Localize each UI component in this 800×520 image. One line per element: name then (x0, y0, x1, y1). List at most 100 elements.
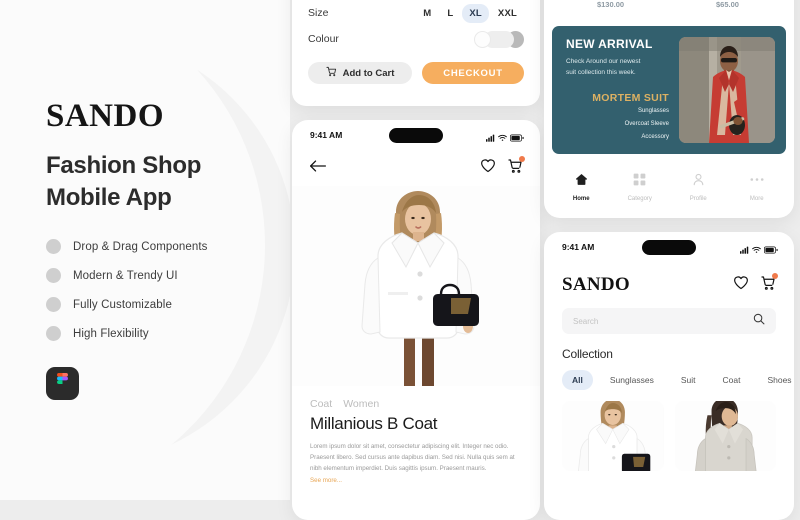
cart-icon[interactable] (760, 272, 778, 296)
headline-line-2: Mobile App (46, 183, 172, 211)
nav-item-category[interactable]: Category (611, 173, 670, 202)
home-logo: SANDO (562, 274, 631, 295)
price-cell: $130.00 (552, 0, 669, 9)
battery-icon (510, 129, 524, 147)
cart-badge-dot (772, 272, 778, 279)
signal-icon (486, 129, 495, 147)
status-time: 9:41 AM (562, 242, 595, 252)
heart-icon[interactable] (480, 158, 496, 178)
feature-label: High Flexibility (73, 327, 149, 340)
feature-label: Drop & Drag Components (73, 240, 208, 253)
status-time: 9:41 AM (310, 130, 343, 140)
ellipsis-icon (749, 173, 765, 191)
product-grid (544, 401, 794, 471)
checkout-button[interactable]: CHECKOUT (422, 62, 524, 84)
colour-swatch-white[interactable] (474, 30, 491, 48)
product-description: Lorem ipsum dolor sit amet, consectetur … (310, 443, 515, 472)
size-chip-xl[interactable]: XL (462, 3, 489, 23)
cart-icon (326, 66, 337, 80)
add-to-cart-button[interactable]: Add to Cart (308, 62, 412, 84)
product-card[interactable] (674, 401, 776, 471)
status-bar: 9:41 AM (544, 232, 794, 262)
promo-panel: SANDO Fashion Shop Mobile App Drop & Dra… (0, 0, 290, 500)
size-chip-xxl[interactable]: XXL (491, 4, 524, 23)
wifi-icon (498, 129, 507, 147)
nav-item-profile[interactable]: Profile (669, 173, 728, 202)
feature-label: Fully Customizable (73, 298, 172, 311)
colour-swatch-group[interactable] (474, 30, 524, 48)
filter-chip-coat[interactable]: Coat (712, 370, 750, 390)
see-more-link[interactable]: See more... (310, 477, 522, 484)
banner-feature-3: Accessory (641, 133, 669, 140)
banner-subtitle-line-1: Check Around our newest (566, 58, 641, 65)
search-icon[interactable] (753, 312, 765, 330)
search-input[interactable]: Search (562, 308, 776, 334)
banner-feature-1: Sunglasses (637, 107, 669, 114)
size-label: Size (308, 7, 329, 19)
banner-product-name: MORTEM SUIT (592, 91, 669, 104)
product-hero-image (292, 186, 540, 386)
nav-label-home: Home (572, 195, 590, 202)
nav-item-home[interactable]: Home (552, 173, 611, 202)
status-icons (486, 129, 524, 147)
wifi-icon (752, 241, 761, 259)
add-to-cart-label: Add to Cart (342, 67, 395, 79)
home-header: SANDO (544, 262, 794, 296)
product-card[interactable] (562, 401, 664, 471)
size-chip-group[interactable]: M L XL XXL (416, 3, 524, 23)
headline-line-1: Fashion Shop (46, 152, 202, 179)
home-icon (575, 173, 588, 191)
list-item: Drop & Drag Components (46, 239, 290, 255)
home-actions (733, 272, 778, 296)
person-icon (692, 173, 705, 191)
product-detail-body: Coat Women Millanious B Coat Lorem ipsum… (292, 386, 540, 484)
size-chip-l[interactable]: L (440, 4, 460, 23)
filter-chip-suit[interactable]: Suit (671, 370, 706, 390)
banner-feature-2: Overcoat Sleeve (624, 120, 669, 127)
product-options-card: Size M L XL XXL Colour Add to Cart CHECK… (292, 0, 540, 106)
nav-label-more: More (749, 195, 764, 202)
dynamic-island (389, 128, 443, 143)
nav-item-more[interactable]: More (728, 173, 787, 202)
banner-subtitle-line-2: suit collection this week. (566, 69, 636, 77)
heart-icon[interactable] (733, 275, 749, 295)
status-icons (740, 241, 778, 259)
product-tag-gender[interactable]: Women (343, 398, 379, 410)
detail-top-bar (292, 150, 540, 186)
filter-chip-sunglasses[interactable]: Sunglasses (600, 370, 664, 390)
list-item: Modern & Trendy UI (46, 268, 290, 284)
brand-wordmark: SANDO (46, 98, 165, 134)
bottom-nav-bar: Home Category Profile More (552, 165, 786, 209)
price-cell: $65.00 (669, 0, 786, 9)
home-screen: 9:41 AM SANDO Search Collection All Sung… (544, 232, 794, 520)
product-tag-category[interactable]: Coat (310, 398, 332, 410)
banner-product-block: MORTEM SUIT Sunglasses Overcoat Sleeve A… (566, 92, 669, 143)
size-chip-m[interactable]: M (416, 4, 438, 23)
product-tags: Coat Women (310, 398, 522, 410)
colour-selector-row: Colour (308, 26, 524, 52)
action-button-row: Add to Cart CHECKOUT (308, 62, 524, 84)
cart-icon[interactable] (507, 155, 525, 179)
banner-heading: NEW ARRIVAL Check Around our newest suit… (566, 37, 669, 78)
status-bar: 9:41 AM (292, 120, 540, 150)
grid-icon (633, 173, 646, 191)
battery-icon (764, 241, 778, 259)
filter-chip-all[interactable]: All (562, 370, 593, 390)
filter-chip-shoes[interactable]: Shoes (757, 370, 794, 390)
bullet-dot-icon (46, 239, 61, 255)
feature-list: Drop & Drag Components Modern & Trendy U… (46, 239, 290, 342)
signal-icon (740, 241, 749, 259)
product-title: Millanious B Coat (310, 414, 438, 433)
cart-badge-dot (519, 155, 525, 162)
back-arrow-icon[interactable] (309, 159, 327, 178)
collection-heading: Collection (562, 347, 613, 361)
new-arrival-screen: $130.00 $65.00 NEW ARRIVAL Check Around … (544, 0, 794, 218)
dynamic-island (642, 240, 696, 255)
new-arrival-banner[interactable]: NEW ARRIVAL Check Around our newest suit… (552, 26, 786, 154)
bullet-dot-icon (46, 326, 61, 342)
list-item: Fully Customizable (46, 297, 290, 313)
price-row: $130.00 $65.00 (552, 0, 786, 14)
bullet-dot-icon (46, 297, 61, 313)
collection-filter-chips: All Sunglasses Suit Coat Shoes (562, 370, 794, 390)
nav-label-profile: Profile (689, 195, 707, 202)
